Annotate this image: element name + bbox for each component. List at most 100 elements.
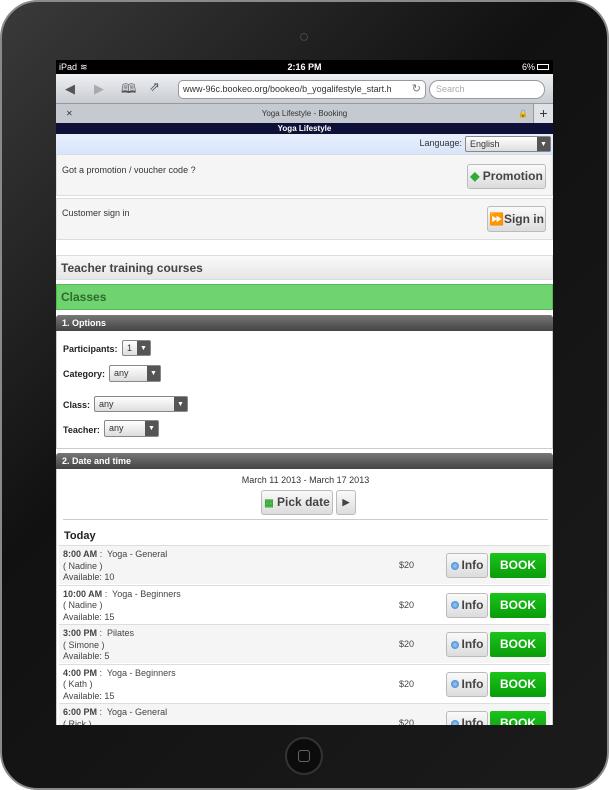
signin-text: Customer sign in: [62, 208, 130, 218]
participants-value: 1: [127, 343, 133, 353]
slot-row: 10:00 AM : Yoga - Beginners ( Nadine ) A…: [59, 584, 550, 624]
info-button[interactable]: Info: [446, 632, 488, 657]
class-label: Class:: [63, 400, 91, 410]
info-button[interactable]: Info: [446, 671, 488, 697]
url-field[interactable]: www-96c.bookeo.org/bookeo/b_yogalifestyl…: [178, 80, 426, 99]
signin-label: Sign in: [503, 212, 544, 226]
slot-name: Yoga - General: [106, 707, 168, 717]
slot-name: Yoga - Beginners: [106, 667, 176, 678]
slot-price: $20: [399, 599, 415, 610]
slot-time: 8:00 AM: [63, 549, 98, 559]
info-icon: [450, 561, 459, 570]
classes-section[interactable]: Classes: [56, 284, 553, 310]
slot-teacher: ( Kath ): [63, 679, 93, 689]
date-range: March 11 2013 - March 17 2013: [241, 475, 370, 485]
info-label: Info: [461, 637, 484, 651]
slot-price: $20: [399, 639, 415, 649]
options-panel: Participants: 1 ▼ Category: any ▼ Class: a…: [56, 331, 553, 449]
participants-label: Participants:: [63, 344, 118, 354]
slot-row: 4:00 PM : Yoga - Beginners ( Kath ) Avai…: [59, 663, 550, 703]
category-select[interactable]: any ▼: [109, 365, 161, 382]
chevron-down-icon: ▼: [537, 137, 550, 151]
promotion-button[interactable]: ◆ Promotion: [467, 164, 546, 189]
slot-time: 3:00 PM: [63, 628, 98, 638]
clock: 2:16 PM: [287, 62, 322, 72]
slot-price: $20: [399, 678, 415, 689]
pick-date-button[interactable]: ▦ Pick date: [261, 490, 333, 515]
close-tab-icon[interactable]: ✕: [66, 104, 73, 123]
teacher-select[interactable]: any ▼: [104, 420, 159, 437]
info-label: Info: [461, 676, 484, 691]
language-select[interactable]: English ▼: [465, 136, 551, 152]
book-button[interactable]: BOOK: [490, 592, 546, 618]
forward-icon[interactable]: ▶: [94, 81, 104, 97]
slot-teacher: ( Nadine ): [63, 600, 103, 610]
tab-title[interactable]: Yoga Lifestyle - Booking: [262, 109, 348, 118]
language-label: Language:: [419, 138, 462, 148]
slot-availability: Available: 5: [63, 651, 110, 661]
info-icon: [450, 640, 459, 649]
promo-box: Got a promotion / voucher code ? ◆ Promo…: [56, 154, 553, 196]
pick-date-label: Pick date: [277, 495, 330, 509]
next-week-button[interactable]: ▶: [336, 490, 356, 515]
battery-icon: [537, 64, 549, 70]
teacher-value: any: [109, 423, 124, 433]
slot-teacher: ( Nadine ): [63, 560, 103, 571]
share-icon[interactable]: ⇗: [149, 79, 160, 95]
language-row: Language: English ▼: [56, 134, 553, 154]
home-button[interactable]: [285, 737, 323, 775]
info-icon: [450, 601, 459, 610]
tab-bar: ✕ Yoga Lifestyle - Booking 🔒 +: [56, 104, 553, 123]
slot-availability: Available: 10: [63, 572, 115, 582]
slot-price: $20: [399, 718, 415, 725]
promo-text: Got a promotion / voucher code ?: [62, 165, 196, 175]
slot-price: $20: [399, 560, 415, 570]
category-value: any: [114, 368, 129, 378]
participants-select[interactable]: 1 ▼: [122, 340, 151, 356]
promotion-label: Promotion: [482, 169, 543, 183]
book-button[interactable]: BOOK: [490, 632, 546, 657]
info-button[interactable]: Info: [446, 553, 488, 578]
reload-icon[interactable]: ↻: [412, 81, 421, 98]
status-bar: iPad ≋ 2:16 PM 6%: [56, 60, 553, 74]
info-label: Info: [461, 716, 484, 725]
class-value: any: [99, 399, 114, 409]
signin-button[interactable]: ⏩Sign in: [487, 206, 546, 232]
tag-icon: ◆: [470, 169, 480, 183]
slot-row: 6:00 PM : Yoga - General ( Rick ) $20 In…: [59, 703, 550, 725]
chevron-down-icon: ▼: [137, 341, 150, 355]
class-select[interactable]: any ▼: [94, 396, 188, 412]
slot-row: 3:00 PM : Pilates ( Simone ) Available: …: [59, 624, 550, 663]
slot-time: 10:00 AM: [63, 588, 103, 599]
day-heading: Today: [64, 530, 96, 542]
book-button[interactable]: BOOK: [490, 553, 546, 578]
chevron-down-icon: ▼: [147, 366, 160, 381]
info-button[interactable]: Info: [446, 711, 488, 725]
search-field[interactable]: Search: [429, 80, 545, 99]
category-label: Category:: [63, 369, 106, 379]
back-icon[interactable]: ◀: [65, 81, 75, 97]
camera: [300, 33, 308, 41]
lock-icon: 🔒: [518, 109, 528, 118]
chevron-down-icon: ▼: [145, 421, 158, 436]
teacher-label: Teacher:: [63, 425, 100, 435]
bookmarks-icon[interactable]: 🕮: [121, 80, 136, 102]
teacher-training-section[interactable]: Teacher training courses: [56, 255, 553, 280]
book-button[interactable]: BOOK: [490, 711, 546, 725]
options-header: 1. Options: [56, 315, 553, 331]
info-button[interactable]: Info: [446, 592, 488, 618]
slot-teacher: ( Rick ): [63, 718, 92, 726]
signin-box: Customer sign in ⏩Sign in: [56, 198, 553, 240]
chevron-right-icon: ▶: [342, 497, 350, 507]
url-text: www-96c.bookeo.org/bookeo/b_yogalifestyl…: [183, 84, 392, 94]
info-label: Info: [461, 597, 484, 612]
datetime-header: 2. Date and time: [56, 453, 553, 469]
chevron-down-icon: ▼: [174, 397, 187, 411]
new-tab-button[interactable]: +: [533, 104, 553, 123]
slot-time: 6:00 PM: [63, 707, 98, 717]
slot-availability: Available: 15: [63, 690, 115, 701]
info-icon: [450, 680, 459, 689]
book-button[interactable]: BOOK: [490, 671, 546, 697]
info-label: Info: [461, 558, 484, 572]
battery-text: 6%: [522, 62, 536, 72]
